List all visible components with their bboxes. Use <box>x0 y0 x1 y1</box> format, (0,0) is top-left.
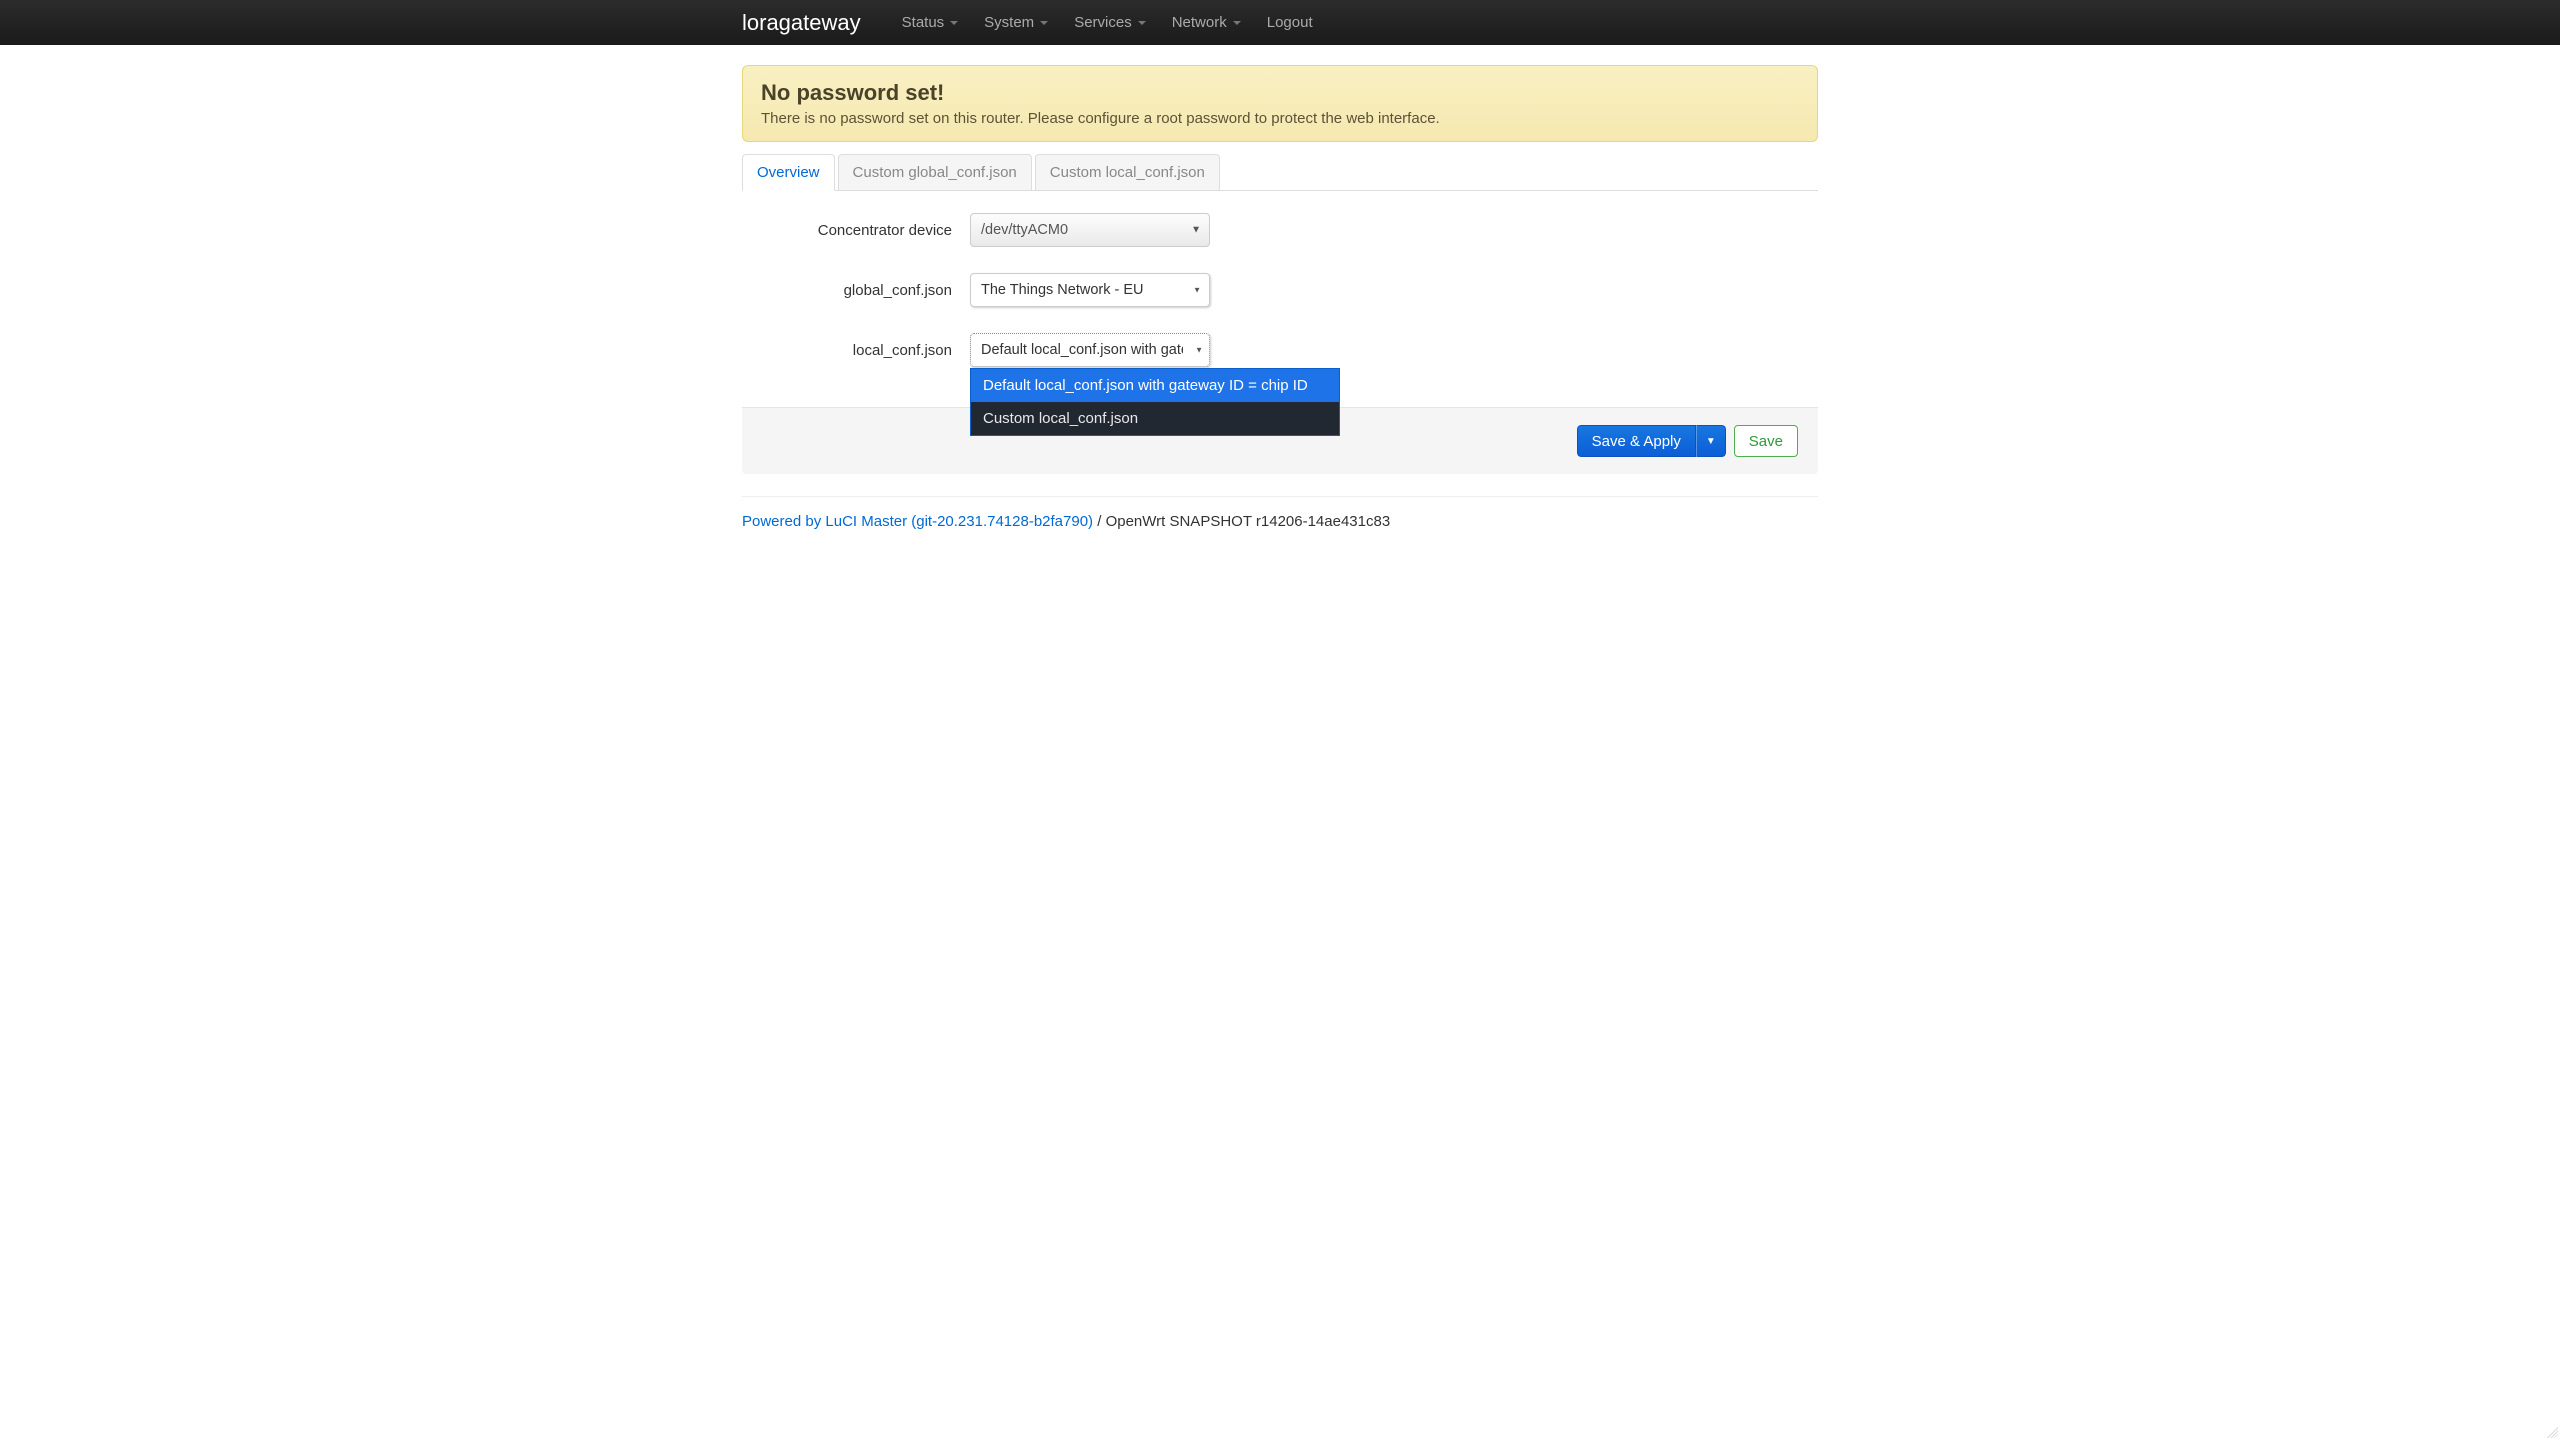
nav-item-services[interactable]: Services <box>1061 14 1159 31</box>
nav-item-network[interactable]: Network <box>1159 14 1254 31</box>
control-global-conf: The Things Network - EU ▼ <box>970 273 1210 307</box>
control-concentrator: /dev/ttyACM0 ▼ <box>970 213 1210 247</box>
dropdown-local-conf: Default local_conf.json with gateway ID … <box>970 368 1340 436</box>
footer-sep: / <box>1093 513 1106 530</box>
alert-warning: No password set! There is no password se… <box>742 65 1818 142</box>
nav-label: System <box>984 14 1034 31</box>
navbar: loragateway Status System Services Netwo… <box>0 0 2560 45</box>
save-button[interactable]: Save <box>1734 425 1798 457</box>
tab-custom-global[interactable]: Custom global_conf.json <box>838 154 1032 191</box>
alert-body: There is no password set on this router.… <box>761 110 1799 127</box>
save-apply-button[interactable]: Save & Apply <box>1577 425 1696 457</box>
chevron-down-icon: ▼ <box>1191 225 1201 236</box>
nav-label: Network <box>1172 14 1227 31</box>
row-concentrator: Concentrator device /dev/ttyACM0 ▼ <box>742 213 1818 247</box>
chevron-down-icon: ▼ <box>1193 286 1201 295</box>
chevron-down-icon <box>1233 21 1241 25</box>
select-concentrator[interactable]: /dev/ttyACM0 ▼ <box>970 213 1210 247</box>
resize-grip-icon[interactable] <box>2544 1424 2558 1438</box>
select-global-conf[interactable]: The Things Network - EU ▼ <box>970 273 1210 307</box>
navbar-inner: loragateway Status System Services Netwo… <box>742 10 1818 36</box>
chevron-down-icon <box>1040 21 1048 25</box>
select-local-conf[interactable]: Default local_conf.json with gatew ▼ <box>970 333 1210 367</box>
nav-item-system[interactable]: System <box>971 14 1061 31</box>
tab-custom-local[interactable]: Custom local_conf.json <box>1035 154 1220 191</box>
nav-item-logout[interactable]: Logout <box>1254 14 1326 31</box>
tab-bar: Overview Custom global_conf.json Custom … <box>742 154 1818 191</box>
chevron-down-icon <box>1138 21 1146 25</box>
alert-title: No password set! <box>761 80 1799 106</box>
label-concentrator: Concentrator device <box>742 222 970 239</box>
nav-item-status[interactable]: Status <box>889 14 972 31</box>
footer-text: OpenWrt SNAPSHOT r14206-14ae431c83 <box>1106 513 1391 530</box>
nav-label: Services <box>1074 14 1132 31</box>
dropdown-option-custom[interactable]: Custom local_conf.json <box>971 402 1339 435</box>
nav-label: Status <box>902 14 945 31</box>
label-global-conf: global_conf.json <box>742 282 970 299</box>
chevron-down-icon <box>950 21 958 25</box>
label-local-conf: local_conf.json <box>742 342 970 359</box>
dropdown-option-default[interactable]: Default local_conf.json with gateway ID … <box>971 369 1339 402</box>
select-value: /dev/ttyACM0 <box>981 222 1068 238</box>
select-value: The Things Network - EU <box>981 282 1144 298</box>
chevron-down-icon: ▼ <box>1195 346 1203 355</box>
tab-overview[interactable]: Overview <box>742 154 835 191</box>
control-local-conf: Default local_conf.json with gatew ▼ Def… <box>970 333 1210 367</box>
save-apply-group: Save & Apply ▼ <box>1577 425 1726 457</box>
save-apply-caret-button[interactable]: ▼ <box>1696 425 1726 457</box>
footer-separator <box>742 496 1818 497</box>
main-container: No password set! There is no password se… <box>742 45 1818 560</box>
nav-list: Status System Services Network Logout <box>889 14 1326 31</box>
row-local-conf: local_conf.json Default local_conf.json … <box>742 333 1818 367</box>
brand-link[interactable]: loragateway <box>742 10 861 36</box>
footer: Powered by LuCI Master (git-20.231.74128… <box>742 513 1818 560</box>
footer-link[interactable]: Powered by LuCI Master (git-20.231.74128… <box>742 513 1093 530</box>
nav-label: Logout <box>1267 14 1313 31</box>
select-value: Default local_conf.json with gatew <box>981 342 1183 358</box>
row-global-conf: global_conf.json The Things Network - EU… <box>742 273 1818 307</box>
